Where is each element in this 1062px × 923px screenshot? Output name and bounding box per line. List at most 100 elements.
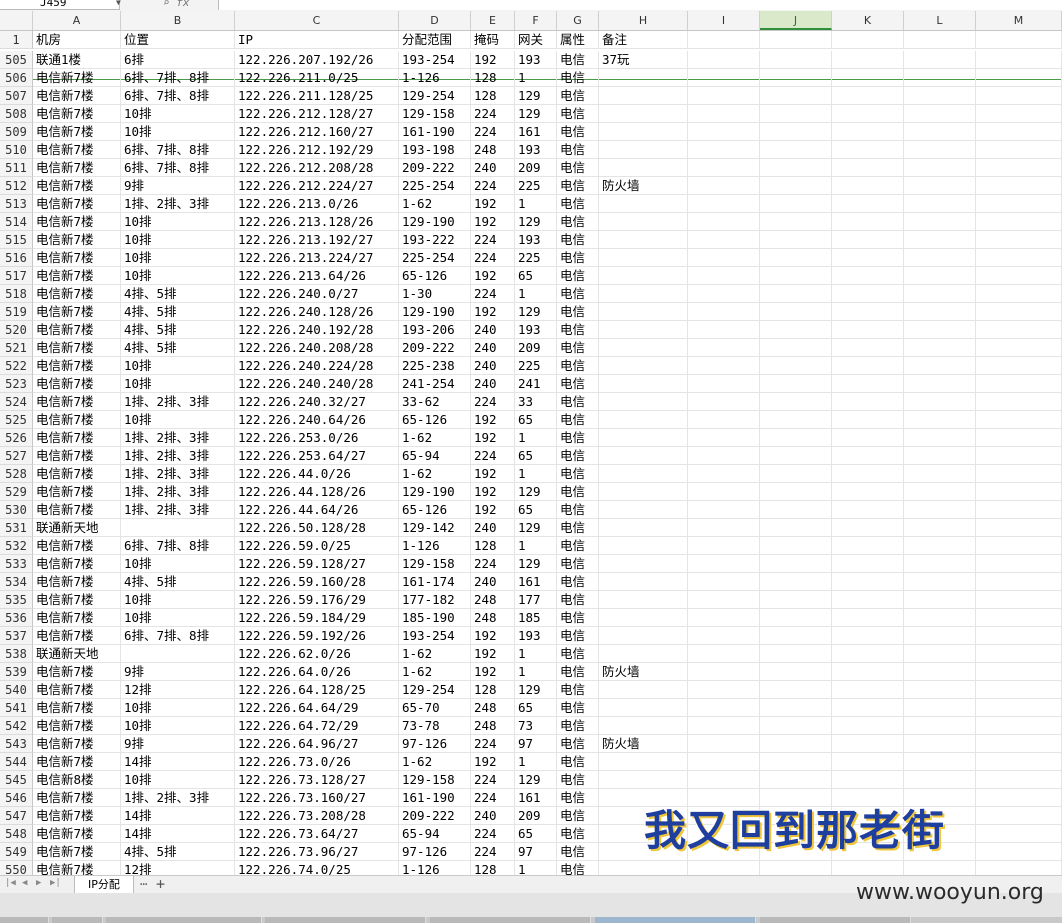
cell-g[interactable]: 电信 bbox=[557, 195, 599, 213]
cell-b[interactable]: 12排 bbox=[121, 681, 235, 699]
cell-b[interactable]: 6排、7排、8排 bbox=[121, 87, 235, 105]
cell-c[interactable]: 122.226.211.128/25 bbox=[235, 87, 399, 105]
cell-f[interactable]: 97 bbox=[515, 735, 557, 753]
cell-k[interactable] bbox=[832, 177, 904, 195]
cell-g[interactable]: 电信 bbox=[557, 285, 599, 303]
cell-j[interactable] bbox=[760, 123, 832, 141]
cell-a[interactable]: 电信新7楼 bbox=[33, 861, 121, 875]
cell-i[interactable] bbox=[688, 447, 760, 465]
cell-a[interactable]: 电信新7楼 bbox=[33, 123, 121, 141]
cell-h[interactable] bbox=[599, 285, 688, 303]
cell-m[interactable] bbox=[976, 357, 1062, 375]
cell-d[interactable]: 33-62 bbox=[399, 393, 471, 411]
cell-b[interactable]: 10排 bbox=[121, 375, 235, 393]
cell-k[interactable] bbox=[832, 483, 904, 501]
cell-j[interactable] bbox=[760, 681, 832, 699]
cell-d[interactable]: 1-62 bbox=[399, 753, 471, 771]
cell-l[interactable] bbox=[904, 177, 976, 195]
cell-c[interactable]: 122.226.73.208/28 bbox=[235, 807, 399, 825]
row-header[interactable]: 540 bbox=[0, 681, 33, 699]
cell-d[interactable]: 1-62 bbox=[399, 429, 471, 447]
cell-g[interactable]: 电信 bbox=[557, 69, 599, 87]
cell-d[interactable]: 193-222 bbox=[399, 231, 471, 249]
column-header-g[interactable]: G bbox=[557, 11, 599, 30]
cell-c[interactable]: 122.226.240.128/26 bbox=[235, 303, 399, 321]
row-header[interactable]: 534 bbox=[0, 573, 33, 591]
cell-m[interactable] bbox=[976, 717, 1062, 735]
cell-b[interactable]: 位置 bbox=[121, 31, 235, 49]
cell-i[interactable] bbox=[688, 573, 760, 591]
cell-e[interactable]: 128 bbox=[471, 69, 515, 87]
cell-d[interactable]: 161-190 bbox=[399, 123, 471, 141]
cell-f[interactable]: 1 bbox=[515, 663, 557, 681]
cell-c[interactable]: 122.226.59.184/29 bbox=[235, 609, 399, 627]
cell-j[interactable] bbox=[760, 321, 832, 339]
cell-a[interactable]: 电信新7楼 bbox=[33, 663, 121, 681]
cell-e[interactable]: 掩码 bbox=[471, 31, 515, 49]
cell-m[interactable] bbox=[976, 69, 1062, 87]
column-header-e[interactable]: E bbox=[471, 11, 515, 30]
cell-a[interactable]: 电信新7楼 bbox=[33, 105, 121, 123]
cell-j[interactable] bbox=[760, 609, 832, 627]
cell-m[interactable] bbox=[976, 843, 1062, 861]
cell-f[interactable]: 1 bbox=[515, 753, 557, 771]
cell-e[interactable]: 224 bbox=[471, 555, 515, 573]
row-header[interactable]: 527 bbox=[0, 447, 33, 465]
cell-c[interactable]: 122.226.240.0/27 bbox=[235, 285, 399, 303]
cell-c[interactable]: 122.226.59.160/28 bbox=[235, 573, 399, 591]
cell-f[interactable]: 65 bbox=[515, 501, 557, 519]
cell-a[interactable]: 电信新7楼 bbox=[33, 375, 121, 393]
column-header-d[interactable]: D bbox=[399, 11, 471, 30]
cell-i[interactable] bbox=[688, 31, 760, 49]
cell-c[interactable]: 122.226.240.64/26 bbox=[235, 411, 399, 429]
cell-h[interactable] bbox=[599, 141, 688, 159]
cell-b[interactable]: 4排、5排 bbox=[121, 843, 235, 861]
cell-i[interactable] bbox=[688, 753, 760, 771]
cell-g[interactable]: 电信 bbox=[557, 789, 599, 807]
cell-j[interactable] bbox=[760, 285, 832, 303]
cell-g[interactable]: 电信 bbox=[557, 51, 599, 69]
column-header-f[interactable]: F bbox=[515, 11, 557, 30]
cell-k[interactable] bbox=[832, 717, 904, 735]
cell-e[interactable]: 248 bbox=[471, 609, 515, 627]
cell-f[interactable]: 97 bbox=[515, 843, 557, 861]
cell-b[interactable]: 10排 bbox=[121, 231, 235, 249]
cell-e[interactable]: 192 bbox=[471, 51, 515, 69]
cell-f[interactable]: 1 bbox=[515, 195, 557, 213]
cell-k[interactable] bbox=[832, 771, 904, 789]
cell-b[interactable] bbox=[121, 519, 235, 537]
row-header[interactable]: 518 bbox=[0, 285, 33, 303]
cell-d[interactable]: 129-254 bbox=[399, 681, 471, 699]
cell-k[interactable] bbox=[832, 861, 904, 875]
cell-l[interactable] bbox=[904, 213, 976, 231]
cell-b[interactable]: 1排、2排、3排 bbox=[121, 483, 235, 501]
cell-m[interactable] bbox=[976, 825, 1062, 843]
cell-g[interactable]: 电信 bbox=[557, 555, 599, 573]
cell-e[interactable]: 192 bbox=[471, 195, 515, 213]
cell-g[interactable]: 电信 bbox=[557, 645, 599, 663]
row-header[interactable]: 511 bbox=[0, 159, 33, 177]
cell-h[interactable] bbox=[599, 105, 688, 123]
row-header[interactable]: 543 bbox=[0, 735, 33, 753]
cell-h[interactable] bbox=[599, 483, 688, 501]
cell-f[interactable]: 161 bbox=[515, 573, 557, 591]
cell-k[interactable] bbox=[832, 519, 904, 537]
cell-g[interactable]: 电信 bbox=[557, 429, 599, 447]
cell-k[interactable] bbox=[832, 339, 904, 357]
cell-b[interactable]: 4排、5排 bbox=[121, 285, 235, 303]
cell-a[interactable]: 电信新7楼 bbox=[33, 789, 121, 807]
cell-k[interactable] bbox=[832, 663, 904, 681]
cell-j[interactable] bbox=[760, 645, 832, 663]
cell-j[interactable] bbox=[760, 69, 832, 87]
cell-f[interactable]: 225 bbox=[515, 249, 557, 267]
cell-k[interactable] bbox=[832, 249, 904, 267]
cell-l[interactable] bbox=[904, 249, 976, 267]
cell-f[interactable]: 129 bbox=[515, 519, 557, 537]
cell-l[interactable] bbox=[904, 321, 976, 339]
cell-k[interactable] bbox=[832, 753, 904, 771]
cell-j[interactable] bbox=[760, 31, 832, 49]
cell-a[interactable]: 电信新7楼 bbox=[33, 483, 121, 501]
cell-h[interactable] bbox=[599, 645, 688, 663]
cell-l[interactable] bbox=[904, 519, 976, 537]
row-header[interactable]: 522 bbox=[0, 357, 33, 375]
